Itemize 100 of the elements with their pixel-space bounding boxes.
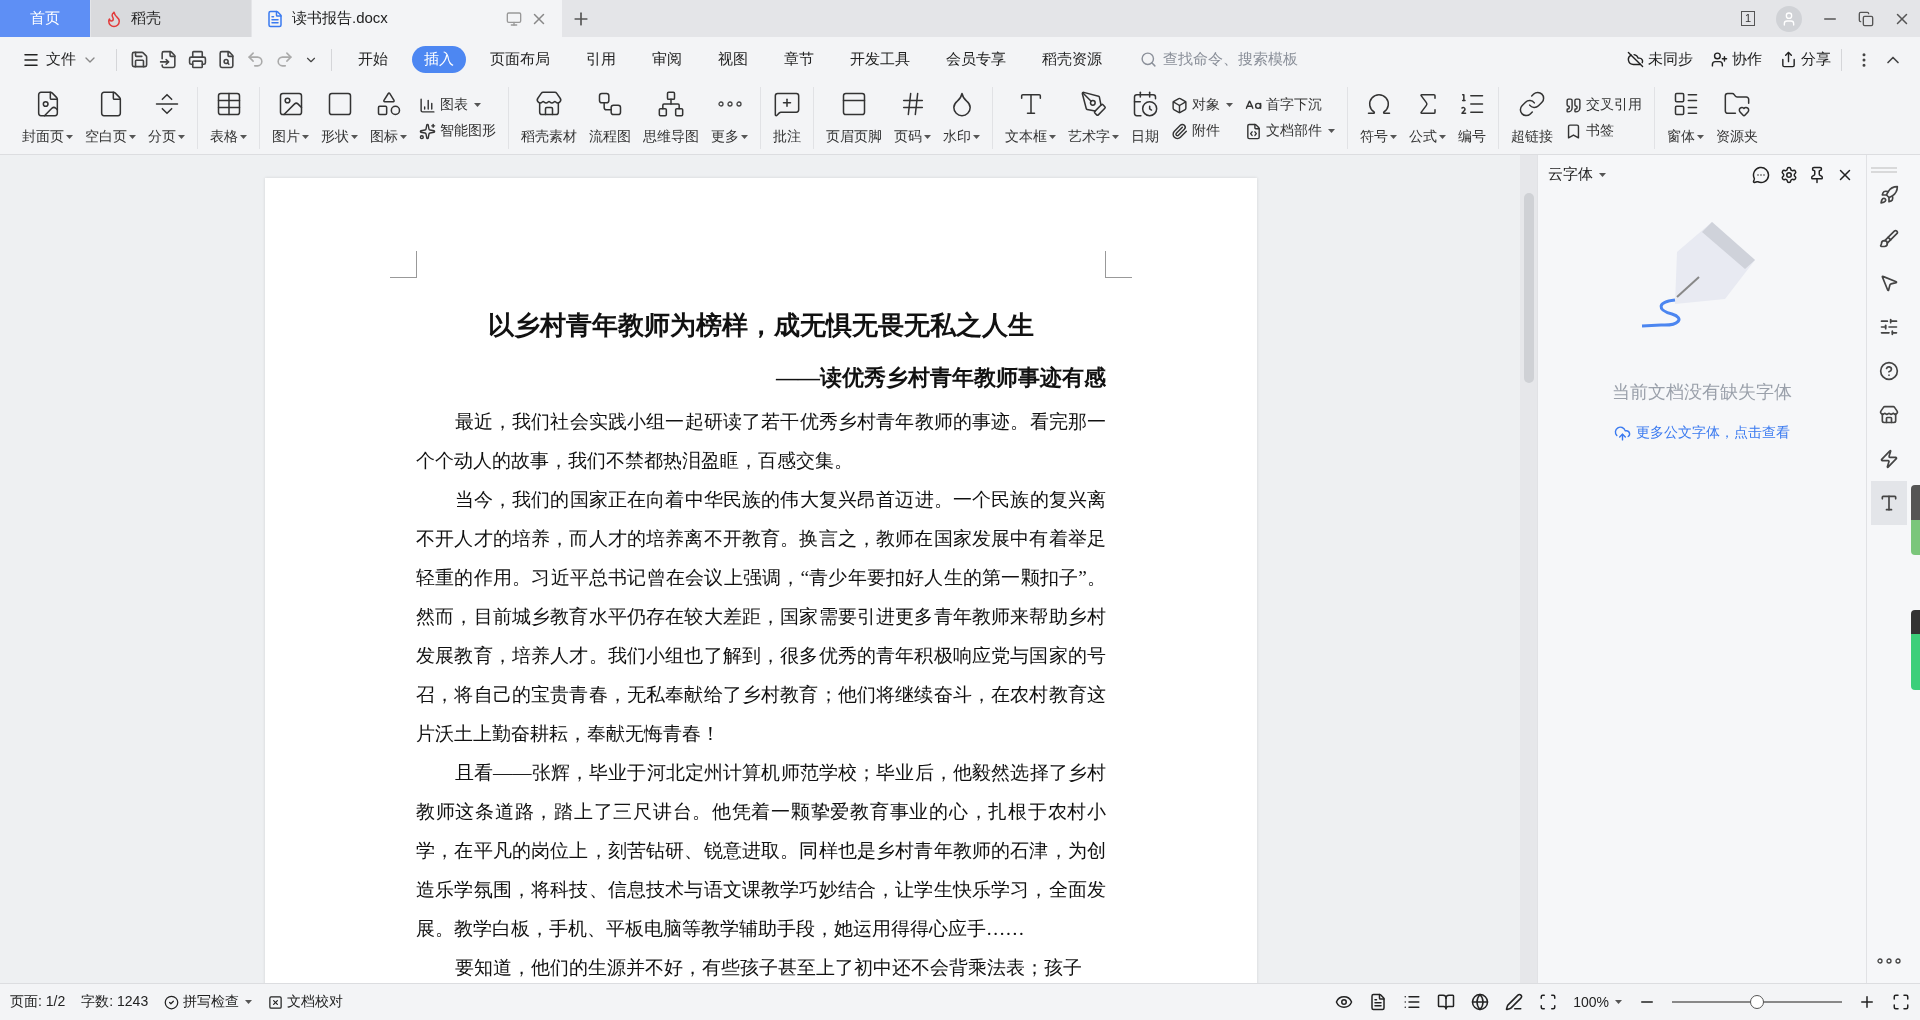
text-icon: [1879, 493, 1899, 513]
ribbon-button[interactable]: 超链接: [1505, 88, 1559, 148]
window-counter[interactable]: 1: [1740, 11, 1756, 26]
paragraph: 当今，我们的国家正在向着中华民族的伟大复兴昂首迈进。一个民族的复兴离不开人才的培养，而人才的培养离不开教育。换言之，教师在国家发展中有着举足轻重的作用。习近平总书记曾在会议上强调，“青少年要扣好人生的第一颗扣子”。然而，目前城乡教育水平仍存在较大差距，国家需要引进更多青年教师来帮助乡村发展教育，培养人才。我们小组也了解到，很多优秀的青年积极响应党与国家的号召，将自己的宝贵青春，无私奉献给了乡村教育；他们将继续奋斗，在农村教育这片沃土上勤奋耕耘，奉献无悔青春！: [416, 488, 1106, 746]
share-icon: [1780, 51, 1797, 68]
file-menu[interactable]: 文件: [14, 50, 106, 69]
chart-icon: [419, 96, 436, 114]
ribbon-button[interactable]: 智能图形: [419, 122, 496, 140]
scrollbar[interactable]: [1520, 155, 1537, 983]
pointer-icon[interactable]: [1879, 273, 1899, 293]
slider-thumb[interactable]: [1750, 995, 1764, 1009]
store-icon[interactable]: [1879, 405, 1899, 425]
ribbon-tab[interactable]: 稻壳资源: [1030, 46, 1114, 73]
ribbon-button[interactable]: 首字下沉: [1245, 96, 1335, 114]
ribbon-button[interactable]: 文本框: [999, 88, 1062, 148]
caret-icon: [1112, 135, 1119, 139]
fullscreen-icon[interactable]: [1892, 993, 1910, 1011]
ribbon-button[interactable]: 艺术字: [1062, 88, 1125, 148]
ribbon-button[interactable]: 图标: [364, 88, 413, 148]
ribbon-tab[interactable]: 会员专享: [934, 46, 1018, 73]
ribbon-button[interactable]: 流程图: [583, 88, 637, 148]
ribbon-button[interactable]: 页眉页脚: [820, 88, 888, 148]
eye-icon[interactable]: [1335, 993, 1354, 1011]
folder-icon: [1723, 90, 1751, 118]
print-icon[interactable]: [188, 50, 207, 69]
document-icon: [266, 9, 284, 28]
ribbon-tab[interactable]: 开发工具: [838, 46, 922, 73]
zoom-level[interactable]: 100%: [1573, 994, 1622, 1010]
cube-icon: [1171, 96, 1188, 114]
toolbar-action[interactable]: 协作: [1711, 50, 1762, 69]
more-icon[interactable]: [1877, 958, 1901, 964]
ribbon-button[interactable]: 文档部件: [1245, 122, 1335, 140]
outline-view-icon[interactable]: [1403, 993, 1422, 1011]
document-tab[interactable]: 读书报告.docx: [252, 0, 562, 37]
ribbon-button[interactable]: 资源夹: [1710, 88, 1764, 148]
panel-title[interactable]: 云字体: [1548, 165, 1606, 184]
monitor-icon[interactable]: [506, 10, 522, 27]
x-box-icon: [268, 994, 284, 1010]
fonts-link[interactable]: 更多公文字体，点击查看: [1614, 424, 1790, 442]
font-tool-button[interactable]: [1871, 481, 1907, 525]
word-count[interactable]: 字数: 1243: [81, 993, 149, 1011]
ribbon-button[interactable]: 日期: [1125, 88, 1165, 148]
ribbon-button[interactable]: 水印: [937, 88, 986, 148]
ribbon-button[interactable]: 附件: [1171, 122, 1233, 140]
ribbon-button[interactable]: 思维导图: [637, 88, 705, 148]
lightning-icon[interactable]: [1879, 449, 1899, 469]
fit-icon[interactable]: [1539, 993, 1558, 1011]
ribbon-button[interactable]: 符号: [1354, 88, 1403, 148]
zoom-in-icon[interactable]: [1858, 993, 1876, 1011]
ribbon-tab[interactable]: 开始: [346, 46, 400, 73]
ribbon-button[interactable]: 图片: [266, 88, 315, 148]
ribbon-button[interactable]: 空白页: [79, 88, 142, 148]
toolbar-action[interactable]: 分享: [1780, 50, 1831, 69]
save-icon[interactable]: [130, 50, 149, 69]
pin-icon[interactable]: [1808, 165, 1826, 184]
pen-icon[interactable]: [1505, 993, 1524, 1011]
ribbon-button[interactable]: 表格: [204, 88, 253, 148]
chat-icon[interactable]: [1752, 165, 1770, 184]
settings-icon[interactable]: [1780, 165, 1798, 184]
proofread-button[interactable]: 文档校对: [268, 993, 344, 1011]
ribbon-button[interactable]: 交叉引用: [1565, 96, 1642, 114]
page-count[interactable]: 页面: 1/2: [10, 993, 66, 1011]
reading-view-icon[interactable]: [1437, 993, 1456, 1011]
ribbon-button[interactable]: 封面页: [16, 88, 79, 148]
rocket-icon[interactable]: [1879, 185, 1899, 205]
caret-icon: [1049, 135, 1056, 139]
caret-icon: [924, 135, 931, 139]
spell-check-button[interactable]: 拼写检查: [164, 993, 253, 1011]
ribbon-button[interactable]: 对象: [1171, 96, 1233, 114]
empty-message: 当前文档没有缺失字体: [1612, 381, 1792, 404]
ribbon-tab[interactable]: 视图: [706, 46, 760, 73]
ribbon-tab[interactable]: 章节: [772, 46, 826, 73]
more-icon: [717, 101, 742, 107]
ribbon-button[interactable]: 图表: [419, 96, 496, 114]
ribbon-button[interactable]: 书签: [1565, 122, 1642, 140]
preview-icon[interactable]: [217, 50, 236, 69]
ribbon-button[interactable]: 更多: [705, 88, 754, 148]
ribbon-tab[interactable]: 引用: [574, 46, 628, 73]
ribbon-tab[interactable]: 页面布局: [478, 46, 562, 73]
drag-handle-icon[interactable]: [1871, 167, 1897, 173]
brush-icon[interactable]: [1879, 229, 1899, 249]
toolbar-action[interactable]: 未同步: [1627, 50, 1693, 69]
ribbon-button[interactable]: 页码: [888, 88, 937, 148]
caret-icon: [178, 135, 185, 139]
ribbon-button[interactable]: 公式: [1403, 88, 1452, 148]
page-view-icon[interactable]: [1369, 993, 1388, 1011]
restore-icon[interactable]: [1858, 10, 1874, 27]
sliders-icon[interactable]: [1879, 317, 1899, 337]
document-tab[interactable]: 稻壳: [91, 0, 251, 37]
ribbon-button[interactable]: 批注: [767, 88, 807, 148]
ribbon-tab[interactable]: 审阅: [640, 46, 694, 73]
ribbon-button[interactable]: 稻壳素材: [515, 88, 583, 148]
ribbon-button[interactable]: 窗体: [1661, 88, 1710, 148]
web-view-icon[interactable]: [1471, 993, 1490, 1011]
paragraph: 最近，我们社会实践小组一起研读了若干优秀乡村青年教师的事迹。看完那一个个动人的故事，我们不禁都热泪盈眶，百感交集。: [416, 410, 1106, 473]
ribbon-button[interactable]: 分页: [142, 88, 191, 148]
export-icon[interactable]: [159, 50, 178, 69]
help-icon[interactable]: [1879, 361, 1899, 381]
ribbon-button[interactable]: 编号: [1452, 88, 1492, 148]
ribbon-button[interactable]: 形状: [315, 88, 364, 148]
